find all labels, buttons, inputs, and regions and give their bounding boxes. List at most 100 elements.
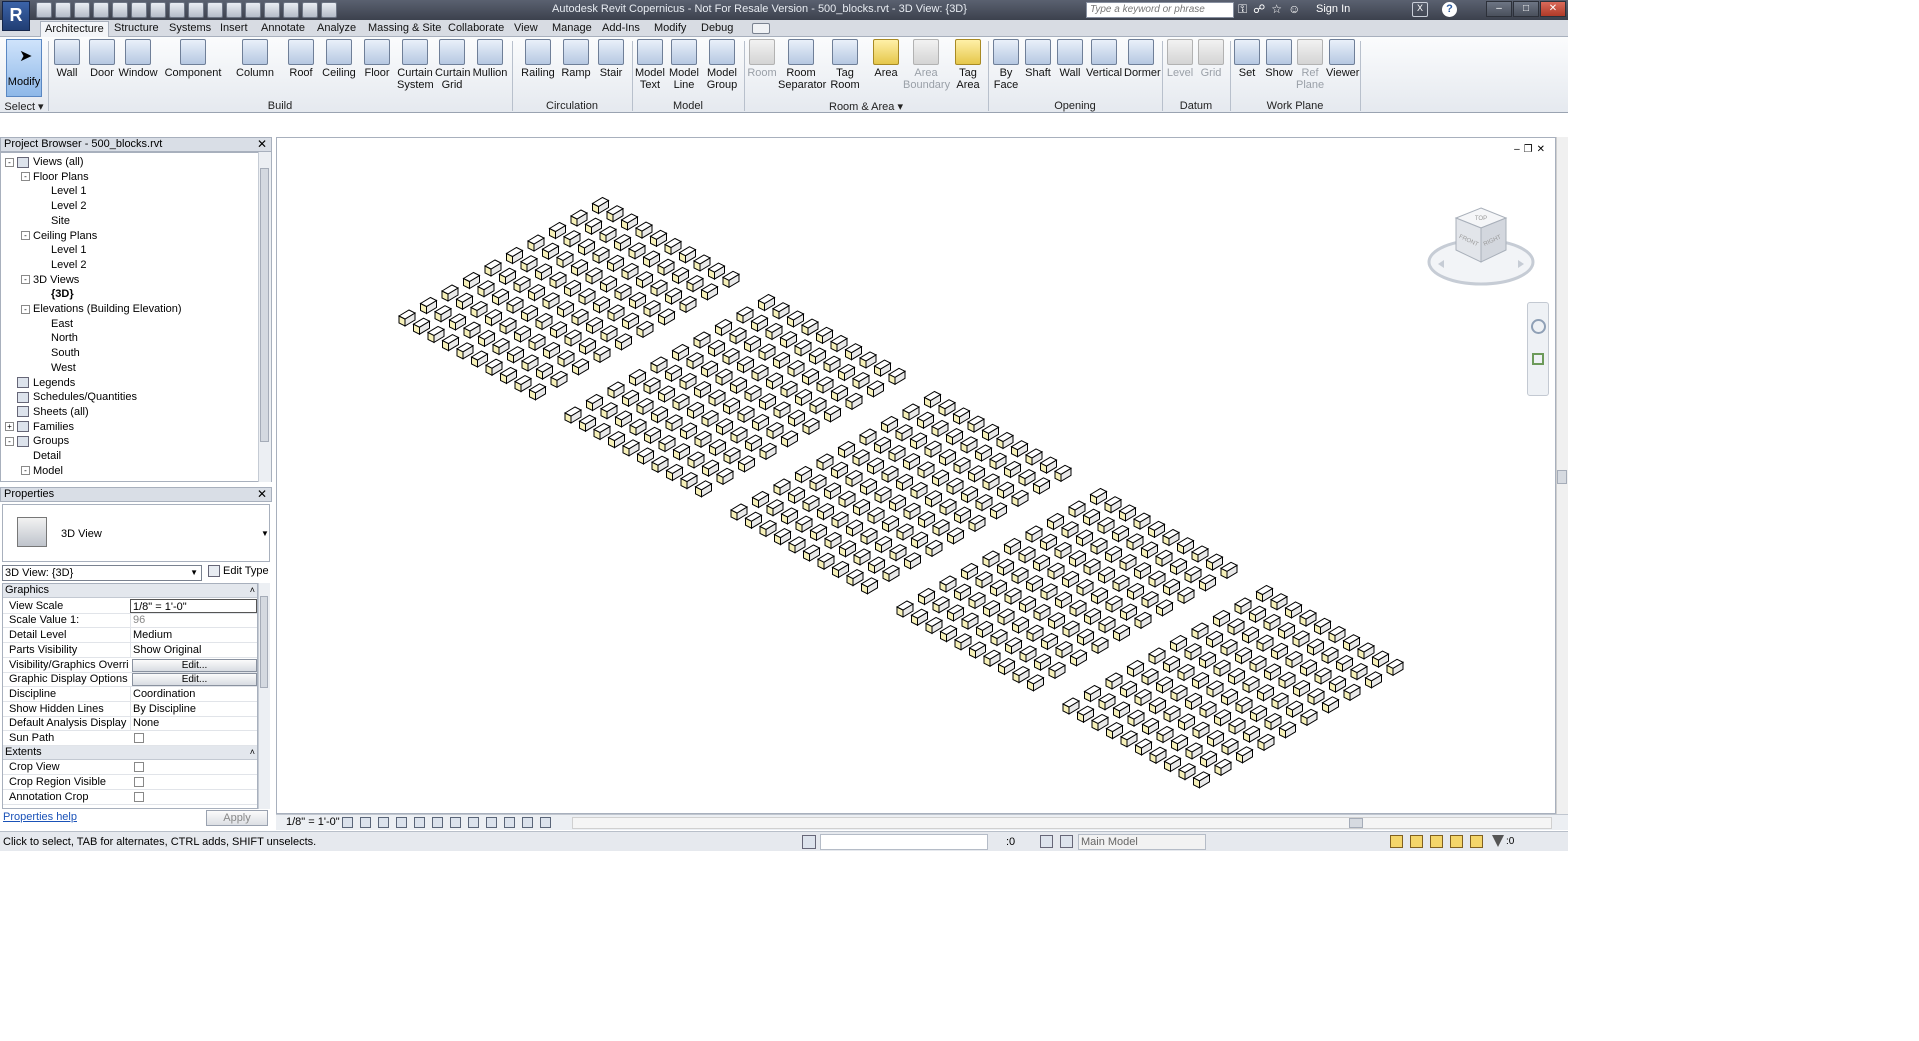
block[interactable] [859, 527, 879, 546]
rendering-icon[interactable] [414, 817, 425, 828]
block[interactable] [584, 217, 603, 236]
block[interactable] [830, 384, 849, 402]
tab-debug[interactable]: Debug [697, 21, 737, 37]
block[interactable] [591, 196, 610, 215]
floor-button[interactable]: Floor [362, 39, 392, 79]
block[interactable] [470, 350, 489, 368]
block[interactable] [1104, 672, 1124, 690]
thin-lines-icon[interactable] [264, 2, 280, 18]
block[interactable] [837, 440, 856, 459]
drag-elements-icon[interactable] [1470, 835, 1483, 848]
block[interactable] [844, 469, 864, 488]
detail-level-icon[interactable] [342, 817, 353, 828]
block[interactable] [664, 414, 684, 432]
block[interactable] [592, 345, 612, 364]
collapse-icon[interactable]: - [5, 157, 14, 167]
block[interactable] [945, 477, 965, 496]
block[interactable] [1119, 680, 1138, 699]
tab-insert[interactable]: Insert [216, 21, 252, 37]
block[interactable] [1248, 605, 1267, 624]
block[interactable] [800, 318, 820, 336]
block[interactable] [880, 415, 899, 434]
block[interactable] [751, 490, 770, 509]
block[interactable] [715, 418, 734, 436]
collapse-icon[interactable]: - [21, 172, 30, 182]
block[interactable] [462, 271, 481, 290]
block[interactable] [649, 279, 669, 297]
apply-button[interactable]: Apply [206, 810, 268, 826]
block[interactable] [1133, 562, 1152, 580]
block[interactable] [1053, 541, 1073, 560]
block[interactable] [786, 359, 806, 378]
block[interactable] [671, 266, 690, 285]
viewcube[interactable]: TOP FRONT RIGHT [1426, 202, 1536, 292]
block[interactable] [960, 612, 980, 630]
block[interactable] [1212, 659, 1232, 677]
steering-wheel-icon[interactable] [1531, 319, 1546, 334]
wall-button[interactable]: Wall [52, 39, 82, 79]
block[interactable] [1069, 649, 1088, 667]
block[interactable] [1227, 717, 1247, 735]
block[interactable] [815, 376, 835, 394]
block[interactable] [663, 237, 683, 256]
block[interactable] [634, 221, 654, 239]
block[interactable] [938, 575, 958, 593]
block[interactable] [635, 320, 655, 339]
block[interactable] [685, 352, 705, 370]
horizontal-scrollbar[interactable] [572, 817, 1552, 829]
property-edit-button[interactable]: Edit... [132, 658, 257, 672]
block[interactable] [526, 234, 546, 252]
block-group[interactable] [729, 390, 1073, 595]
block[interactable] [1177, 763, 1197, 781]
block[interactable] [577, 238, 596, 256]
block[interactable] [764, 322, 784, 341]
block[interactable] [881, 515, 900, 533]
block[interactable] [1205, 680, 1225, 698]
block[interactable] [780, 430, 799, 448]
block[interactable] [1298, 609, 1318, 627]
select-by-face-icon[interactable] [1450, 835, 1463, 848]
block[interactable] [1227, 667, 1246, 686]
tab-architecture[interactable]: Architecture [40, 21, 109, 37]
block[interactable] [1140, 668, 1160, 686]
block[interactable] [1270, 642, 1289, 661]
block[interactable] [1118, 553, 1138, 572]
block[interactable] [967, 591, 987, 610]
block[interactable] [562, 230, 582, 248]
type-selector[interactable]: 3D View ▼ [2, 504, 270, 562]
block[interactable] [981, 550, 1001, 568]
block[interactable] [1190, 622, 1210, 640]
properties-help-link[interactable]: Properties help [3, 811, 77, 823]
block[interactable] [535, 362, 554, 380]
block[interactable] [498, 267, 517, 286]
measure-icon[interactable] [150, 2, 166, 18]
block[interactable] [548, 221, 567, 240]
block[interactable] [1112, 701, 1131, 719]
block[interactable] [643, 426, 662, 445]
block[interactable] [598, 225, 618, 244]
browser-item[interactable]: {3D} [37, 287, 74, 301]
block[interactable] [1233, 597, 1253, 615]
block[interactable] [816, 552, 836, 571]
block[interactable] [830, 461, 849, 480]
temporary-hide-icon[interactable] [486, 817, 497, 828]
lock-3d-view-icon[interactable] [468, 817, 479, 828]
block[interactable] [794, 465, 813, 484]
block[interactable] [469, 300, 489, 319]
block[interactable] [1313, 617, 1332, 636]
block[interactable] [433, 305, 453, 323]
subscription-icon[interactable]: ☍ [1253, 2, 1265, 17]
block[interactable] [1104, 545, 1123, 564]
block[interactable] [1003, 537, 1022, 556]
block[interactable] [1356, 642, 1376, 660]
ramp-button[interactable]: Ramp [560, 39, 592, 79]
block[interactable] [627, 242, 647, 260]
block[interactable] [613, 283, 633, 302]
block[interactable] [613, 234, 632, 252]
block[interactable] [743, 335, 762, 353]
shaft-button[interactable]: Shaft [1022, 39, 1054, 79]
block[interactable] [967, 514, 987, 533]
block[interactable] [549, 321, 568, 339]
block[interactable] [1220, 688, 1239, 706]
select-pinned-icon[interactable] [1430, 835, 1443, 848]
